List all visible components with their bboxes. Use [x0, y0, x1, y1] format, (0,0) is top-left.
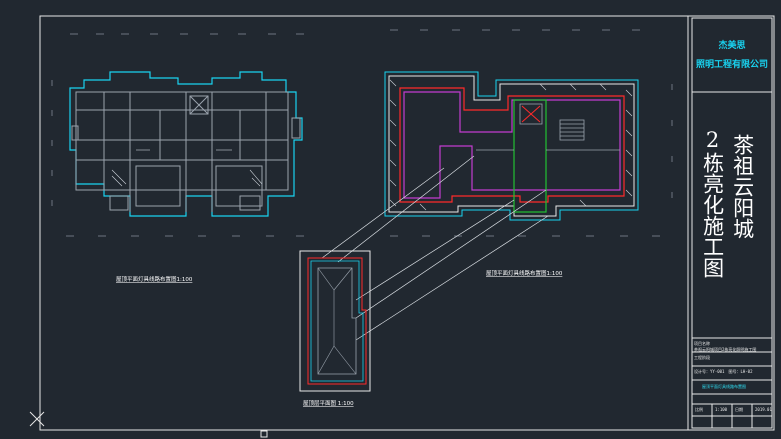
designer-name: 杰美思	[718, 41, 746, 51]
left-plan-label: 屋顶平面灯具线路布置图1:100	[116, 275, 193, 283]
roof-plan-label: 屋顶层平面图 1:100	[303, 399, 354, 407]
right-plan-green-zone	[513, 99, 547, 213]
roof-plan-inner	[317, 267, 357, 375]
right-plan-core-marker	[521, 105, 541, 123]
right-plan-label: 屋顶平面灯具线路布置图1:100	[486, 269, 563, 277]
roof-plan[interactable]	[299, 250, 371, 392]
info-line-5: 屋顶平面灯具线路布置图	[702, 384, 746, 389]
roof-plan-ridges	[317, 267, 357, 375]
info-line-2: 茶祖云阳城项目2栋亮化照明施工图	[694, 347, 757, 352]
footer-cell-1: 比例	[695, 407, 703, 412]
scroll-marker[interactable]	[260, 430, 268, 438]
info-line-4: 设计号：YY-001 图号：LH-02	[694, 369, 753, 374]
footer-cell-4: 2019.01	[755, 407, 772, 412]
left-floor-plan[interactable]	[69, 71, 303, 217]
right-plan-lighting-magenta	[403, 91, 621, 199]
right-plan-walls	[476, 103, 620, 151]
roof-plan-outline-cyan	[310, 260, 364, 382]
project-title-col1: 2栋亮化施工图	[700, 128, 725, 278]
info-line-3: 工程阶段	[694, 355, 710, 360]
right-plan-outline-white	[388, 75, 635, 217]
left-plan-walls	[71, 91, 301, 212]
footer-cell-2: 1:100	[715, 407, 728, 412]
project-title-col2: 茶祖云阳城	[730, 134, 755, 239]
right-floor-plan[interactable]	[384, 71, 639, 221]
ucs-axis-icon	[29, 411, 45, 427]
cad-drawing-canvas[interactable]: 屋顶平面灯具线路布置图 1:100 屋顶平面灯具线路布置图1:100 屋顶层平面图…	[0, 0, 781, 439]
grid-dash-marks	[51, 29, 673, 237]
company-name: 照明工程有限公司	[695, 60, 768, 70]
roof-plan-frame	[299, 250, 371, 392]
footer-cell-3: 日期	[735, 407, 743, 412]
roof-plan-outline-red	[307, 257, 367, 385]
